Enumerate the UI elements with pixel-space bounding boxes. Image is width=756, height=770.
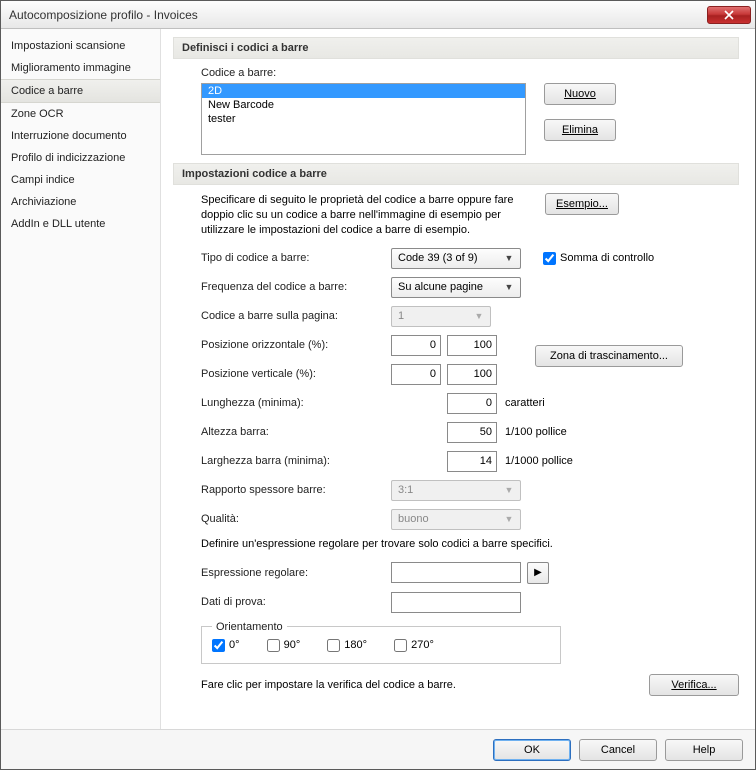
orientation-group: Orientamento 0° 90° 180° 270° — [201, 621, 561, 664]
onpage-label: Codice a barre sulla pagina: — [201, 310, 391, 322]
list-item[interactable]: tester — [202, 112, 525, 126]
barcode-type-label: Tipo di codice a barre: — [201, 252, 391, 264]
length-unit: caratteri — [505, 397, 545, 409]
bar-width-label: Larghezza barra (minima): — [201, 455, 391, 467]
sidebar-item-index-profile[interactable]: Profilo di indicizzazione — [1, 147, 160, 169]
section-barcode-settings-header: Impostazioni codice a barre — [173, 163, 739, 185]
barcode-type-combo[interactable]: Code 39 (3 of 9) ▼ — [391, 248, 521, 269]
delete-button-label: Elimina — [562, 124, 598, 136]
sidebar-item-scan-settings[interactable]: Impostazioni scansione — [1, 35, 160, 57]
hpos-from-input[interactable] — [391, 335, 441, 356]
bar-height-label: Altezza barra: — [201, 426, 391, 438]
regex-input[interactable] — [391, 562, 521, 583]
sidebar-item-zone-ocr[interactable]: Zone OCR — [1, 103, 160, 125]
chevron-down-icon: ▼ — [502, 253, 516, 263]
quality-value: buono — [398, 513, 429, 525]
orient-270[interactable]: 270° — [394, 639, 434, 652]
sidebar-item-archive[interactable]: Archiviazione — [1, 191, 160, 213]
sidebar-item-index-fields[interactable]: Campi indice — [1, 169, 160, 191]
verify-text: Fare clic per impostare la verifica del … — [201, 679, 649, 691]
checksum-input[interactable] — [543, 252, 556, 265]
sidebar-item-doc-break[interactable]: Interruzione documento — [1, 125, 160, 147]
ratio-label: Rapporto spessore barre: — [201, 484, 391, 496]
testdata-label: Dati di prova: — [201, 596, 391, 608]
settings-intro-text: Specificare di seguito le proprietà del … — [201, 193, 521, 238]
vpos-label: Posizione verticale (%): — [201, 368, 391, 380]
sidebar-item-image-enhance[interactable]: Miglioramento immagine — [1, 57, 160, 79]
quality-combo: buono ▼ — [391, 509, 521, 530]
chevron-down-icon: ▼ — [502, 485, 516, 495]
length-label: Lunghezza (minima): — [201, 397, 391, 409]
regex-intro: Definire un'espressione regolare per tro… — [201, 538, 739, 550]
sidebar-item-barcode[interactable]: Codice a barre — [1, 79, 160, 103]
vpos-to-input[interactable] — [447, 364, 497, 385]
help-button[interactable]: Help — [665, 739, 743, 761]
regex-picker-button[interactable]: ▶ — [527, 562, 549, 584]
ok-button[interactable]: OK — [493, 739, 571, 761]
barcode-list-label: Codice a barre: — [201, 67, 739, 79]
orient-180[interactable]: 180° — [327, 639, 367, 652]
barcode-listbox[interactable]: 2D New Barcode tester — [201, 83, 526, 155]
frequency-value: Su alcune pagine — [398, 281, 483, 293]
checksum-label: Somma di controllo — [560, 252, 654, 264]
chevron-down-icon: ▼ — [502, 514, 516, 524]
bar-height-unit: 1/100 pollice — [505, 426, 567, 438]
quality-label: Qualità: — [201, 513, 391, 525]
orient-90[interactable]: 90° — [267, 639, 301, 652]
window-title: Autocomposizione profilo - Invoices — [9, 8, 707, 22]
length-input[interactable] — [447, 393, 497, 414]
ratio-value: 3:1 — [398, 484, 413, 496]
bar-height-input[interactable] — [447, 422, 497, 443]
hpos-to-input[interactable] — [447, 335, 497, 356]
bar-width-unit: 1/1000 pollice — [505, 455, 573, 467]
delete-button[interactable]: Elimina — [544, 119, 616, 141]
frequency-combo[interactable]: Su alcune pagine ▼ — [391, 277, 521, 298]
verify-button-label: Verifica... — [671, 679, 716, 691]
rubberband-button[interactable]: Zona di trascinamento... — [535, 345, 683, 367]
onpage-combo: 1 ▼ — [391, 306, 491, 327]
barcode-type-value: Code 39 (3 of 9) — [398, 252, 478, 264]
close-icon — [724, 10, 734, 20]
verify-button[interactable]: Verifica... — [649, 674, 739, 696]
play-icon: ▶ — [534, 567, 542, 578]
sample-button-label: Esempio... — [556, 198, 608, 210]
sample-button[interactable]: Esempio... — [545, 193, 619, 215]
hpos-label: Posizione orizzontale (%): — [201, 339, 391, 351]
section-define-barcodes-header: Definisci i codici a barre — [173, 37, 739, 59]
sidebar: Impostazioni scansione Miglioramento imm… — [1, 29, 161, 729]
testdata-input[interactable] — [391, 592, 521, 613]
sidebar-item-addin-dll[interactable]: AddIn e DLL utente — [1, 213, 160, 235]
bar-width-input[interactable] — [447, 451, 497, 472]
close-button[interactable] — [707, 6, 751, 24]
orient-0[interactable]: 0° — [212, 639, 240, 652]
new-button-label: Nuovo — [564, 88, 596, 100]
frequency-label: Frequenza del codice a barre: — [201, 281, 391, 293]
regex-label: Espressione regolare: — [201, 567, 391, 579]
orientation-legend: Orientamento — [212, 621, 287, 633]
ratio-combo: 3:1 ▼ — [391, 480, 521, 501]
chevron-down-icon: ▼ — [472, 311, 486, 321]
chevron-down-icon: ▼ — [502, 282, 516, 292]
vpos-from-input[interactable] — [391, 364, 441, 385]
onpage-value: 1 — [398, 310, 404, 322]
cancel-button[interactable]: Cancel — [579, 739, 657, 761]
checksum-checkbox[interactable]: Somma di controllo — [543, 252, 654, 265]
new-button[interactable]: Nuovo — [544, 83, 616, 105]
list-item[interactable]: New Barcode — [202, 98, 525, 112]
list-item[interactable]: 2D — [202, 84, 525, 98]
